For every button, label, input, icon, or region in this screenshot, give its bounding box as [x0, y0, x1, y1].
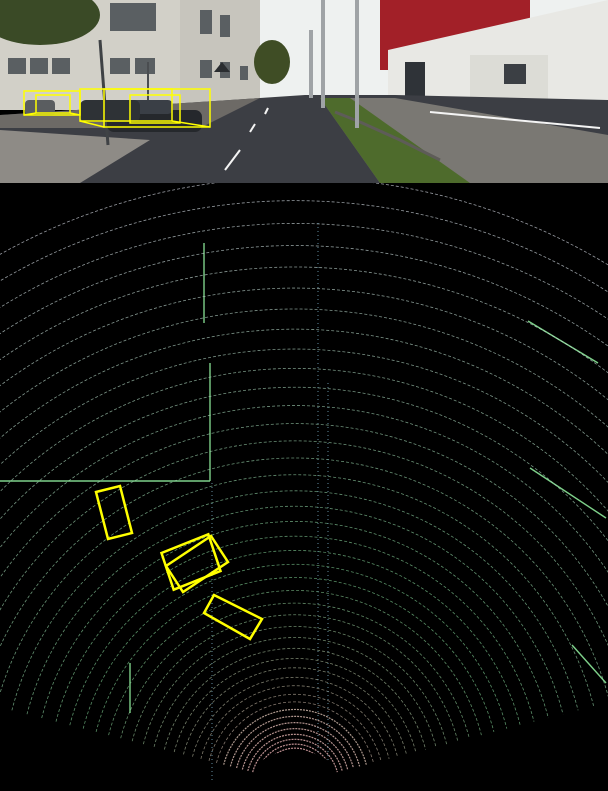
lidar-sensor-icon: [255, 751, 335, 791]
scan-ring: [0, 386, 608, 542]
camera-image-panel: [0, 0, 608, 183]
scan-ring: [95, 577, 495, 732]
street-scene: [0, 0, 608, 183]
scan-ring: [143, 626, 447, 745]
bev-box-4: [202, 593, 264, 641]
wall-segments: [0, 243, 607, 713]
scan-ring: [108, 590, 482, 736]
scan-ring: [208, 693, 382, 762]
scan-ring: [120, 602, 470, 739]
lidar-streaks: [211, 223, 329, 783]
scan-ring: [0, 223, 608, 320]
scan-ring: [0, 457, 608, 698]
lidar-bev-panel: [0, 183, 608, 791]
scan-ring: [0, 368, 608, 512]
scan-ring: [11, 490, 579, 711]
scan-ring: [0, 245, 608, 347]
bev-box-2: [159, 532, 223, 592]
scan-ring: [0, 183, 608, 266]
scan-ring: [153, 637, 437, 747]
lidar-point-cloud: [0, 183, 608, 791]
scan-ring: [0, 266, 608, 374]
detection-boxes-bev: [94, 484, 264, 641]
scan-ring: [55, 535, 535, 722]
scan-ring: [0, 423, 608, 608]
scan-ring: [0, 287, 608, 401]
lidar-scan-rings: [0, 183, 608, 777]
scan-ring: [0, 200, 608, 293]
scan-ring: [0, 405, 608, 573]
bev-box-1: [94, 484, 134, 541]
scan-ring: [0, 440, 608, 647]
scan-ring: [0, 348, 608, 484]
